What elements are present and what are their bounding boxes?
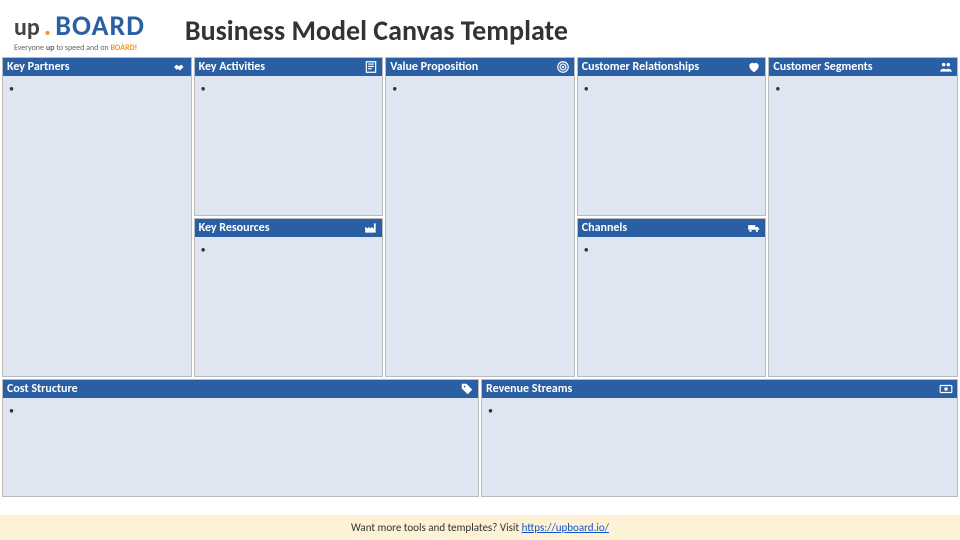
cell-body: • — [195, 237, 383, 376]
cell-customer-relationships: Customer Relationships • — [577, 57, 767, 216]
cell-title: Key Partners — [7, 60, 70, 74]
heart-icon — [747, 60, 761, 74]
cell-body: • — [386, 76, 574, 376]
bullet: • — [775, 82, 780, 95]
bullet: • — [201, 243, 206, 256]
cell-title: Customer Relationships — [582, 60, 699, 74]
cell-title: Revenue Streams — [486, 382, 572, 396]
cell-header-cost-structure: Cost Structure — [3, 380, 478, 398]
cell-header-key-activities: Key Activities — [195, 58, 383, 76]
cell-value-proposition: Value Proposition • — [385, 57, 575, 377]
page-title: Business Model Canvas Template — [185, 13, 568, 48]
logo-dot: . — [44, 8, 51, 43]
cell-title: Key Resources — [199, 221, 270, 235]
cell-header-customer-segments: Customer Segments — [769, 58, 957, 76]
cell-header-key-partners: Key Partners — [3, 58, 191, 76]
cell-title: Customer Segments — [773, 60, 872, 74]
cell-key-resources: Key Resources • — [194, 218, 384, 377]
logo-tagline: Everyone up to speed and on BOARD! — [14, 43, 145, 53]
logo: up.BOARD — [14, 8, 145, 43]
cell-header-customer-relationships: Customer Relationships — [578, 58, 766, 76]
truck-icon — [747, 221, 761, 235]
bullet: • — [584, 243, 589, 256]
cell-key-partners: Key Partners • — [2, 57, 192, 377]
bullet: • — [9, 82, 14, 95]
cell-header-revenue-streams: Revenue Streams — [482, 380, 957, 398]
logo-block: up.BOARD Everyone up to speed and on BOA… — [14, 8, 145, 53]
cell-body: • — [578, 237, 766, 376]
bullet: • — [584, 82, 589, 95]
cell-header-key-resources: Key Resources — [195, 219, 383, 237]
cell-body: • — [482, 398, 957, 496]
cell-body: • — [3, 76, 191, 376]
cell-key-activities: Key Activities • — [194, 57, 384, 216]
cell-title: Channels — [582, 221, 627, 235]
logo-board-text: BOARD — [55, 8, 145, 43]
canvas-bottom-row: Cost Structure • Revenue Streams • — [0, 377, 960, 497]
cell-title: Key Activities — [199, 60, 265, 74]
canvas-grid: Key Partners • Key Activities • Key Reso… — [0, 57, 960, 377]
bullet: • — [392, 82, 397, 95]
cell-revenue-streams: Revenue Streams • — [481, 379, 958, 497]
cell-body: • — [769, 76, 957, 376]
cell-title: Value Proposition — [390, 60, 478, 74]
cell-body: • — [578, 76, 766, 215]
bullet: • — [9, 404, 14, 417]
money-icon — [939, 382, 953, 396]
cell-body: • — [195, 76, 383, 215]
page-header: up.BOARD Everyone up to speed and on BOA… — [0, 0, 960, 57]
people-icon — [939, 60, 953, 74]
cell-header-channels: Channels — [578, 219, 766, 237]
target-icon — [556, 60, 570, 74]
factory-icon — [364, 221, 378, 235]
bullet: • — [201, 82, 206, 95]
handshake-icon — [173, 60, 187, 74]
cell-body: • — [3, 398, 478, 496]
logo-up-text: up — [14, 13, 40, 42]
cell-header-value-proposition: Value Proposition — [386, 58, 574, 76]
cell-customer-segments: Customer Segments • — [768, 57, 958, 377]
cell-channels: Channels • — [577, 218, 767, 377]
cell-cost-structure: Cost Structure • — [2, 379, 479, 497]
checklist-icon — [364, 60, 378, 74]
tag-icon — [460, 382, 474, 396]
bullet: • — [488, 404, 493, 417]
cell-title: Cost Structure — [7, 382, 78, 396]
footer-text: Want more tools and templates? Visit — [351, 521, 522, 534]
footer-bar: Want more tools and templates? Visit htt… — [0, 515, 960, 540]
footer-link[interactable]: https://upboard.io/ — [522, 521, 609, 534]
